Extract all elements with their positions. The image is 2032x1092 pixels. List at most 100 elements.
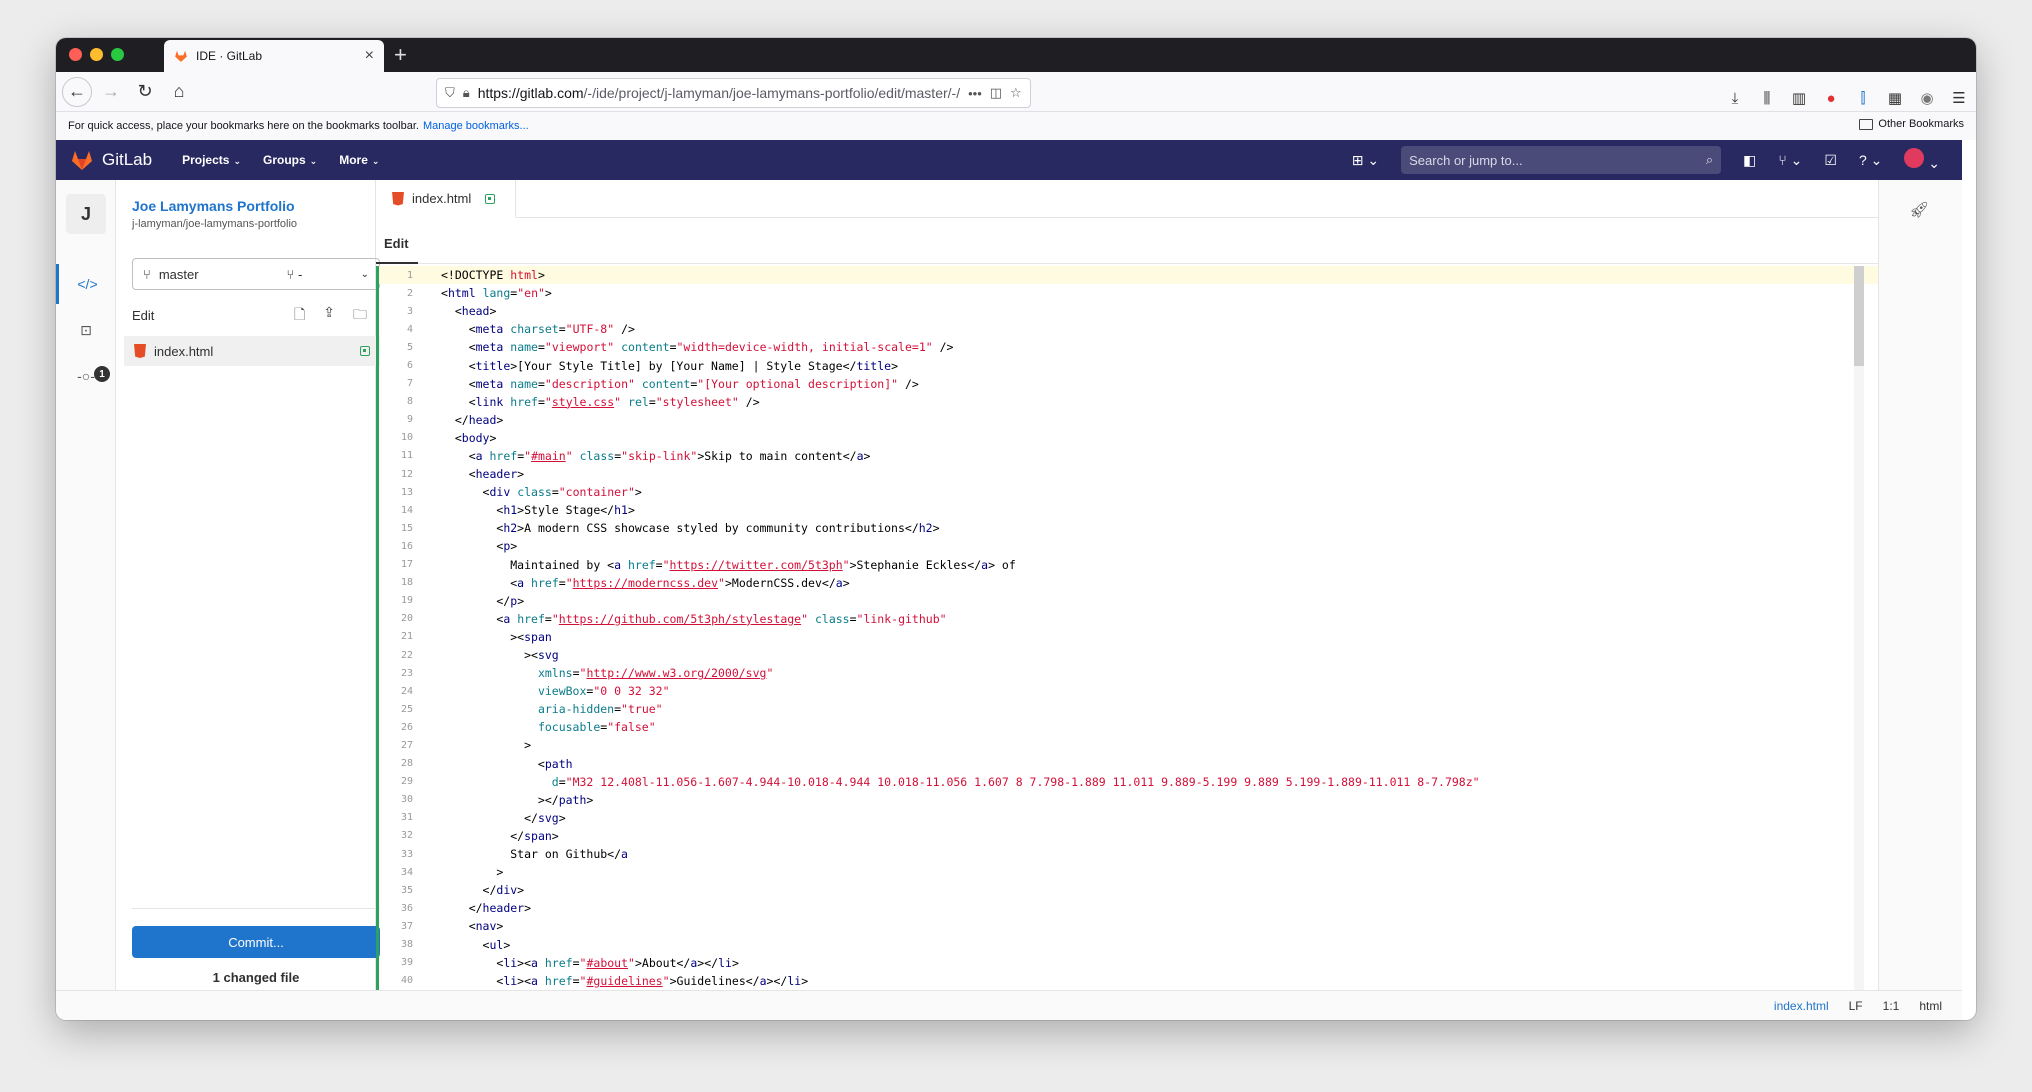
extension-blue-icon[interactable]: ⫿ bbox=[1854, 90, 1872, 107]
more-actions-icon[interactable]: ••• bbox=[968, 86, 982, 101]
close-window-button[interactable] bbox=[69, 48, 82, 61]
file-item-index-html[interactable]: index.html bbox=[124, 336, 380, 366]
merge-requests-icon[interactable]: ⑂ ⌄ bbox=[1778, 152, 1802, 169]
new-file-icon[interactable]: 🗋︎ bbox=[294, 304, 305, 328]
gitlab-favicon-icon bbox=[175, 50, 187, 62]
menu-projects[interactable]: Projects ⌄ bbox=[182, 153, 241, 167]
gitlab-menu: Projects ⌄ Groups ⌄ More ⌄ bbox=[182, 153, 379, 167]
code-line: 19 </p> bbox=[400, 593, 525, 608]
commit-count-badge: 1 bbox=[94, 366, 110, 382]
commit-icon[interactable]: -○- 1 bbox=[56, 356, 116, 396]
url-path: /-/ide/project/j-lamyman/joe-lamymans-po… bbox=[583, 85, 961, 101]
issues-icon[interactable]: ◧ bbox=[1743, 152, 1756, 169]
forward-icon[interactable]: → bbox=[96, 77, 126, 107]
gitlab-logo[interactable]: GitLab bbox=[70, 148, 152, 172]
manage-bookmarks-link[interactable]: Manage bookmarks... bbox=[423, 120, 529, 132]
code-line: 11 <a href="#main" class="skip-link">Ski… bbox=[400, 448, 871, 463]
folder-icon bbox=[1859, 118, 1874, 130]
bookmark-star-icon[interactable]: ☆ bbox=[1010, 85, 1022, 101]
project-name[interactable]: Joe Lamymans Portfolio bbox=[132, 198, 295, 214]
code-line: 5 <meta name="viewport" content="width=d… bbox=[406, 340, 954, 355]
help-icon[interactable]: ? ⌄ bbox=[1859, 152, 1882, 169]
search-icon: ⌕ bbox=[1705, 152, 1714, 167]
code-line: 24 viewBox="0 0 32 32" bbox=[400, 684, 670, 699]
edit-mode-tab[interactable]: Edit bbox=[384, 236, 409, 251]
code-line: 36 </header> bbox=[400, 901, 532, 916]
close-tab-icon[interactable]: × bbox=[365, 47, 374, 65]
code-editor[interactable]: 1 <!DOCTYPE html> 2 <html lang="en"> 3 <he… bbox=[376, 266, 1878, 990]
commit-button[interactable]: Commit... bbox=[132, 926, 380, 958]
status-eol: LF bbox=[1848, 998, 1863, 1013]
extension-gray-icon[interactable]: ◉ bbox=[1918, 89, 1936, 107]
todos-icon[interactable]: ☑ bbox=[1824, 152, 1837, 169]
branch-selector[interactable]: ⑂ master ⑂ - ⌄ bbox=[132, 258, 380, 290]
code-line: 23 xmlns="http://www.w3.org/2000/svg" bbox=[400, 666, 774, 681]
code-line: 28 <path bbox=[400, 756, 573, 771]
gitlab-brand: GitLab bbox=[102, 150, 153, 169]
pocket-icon[interactable]: ◫ bbox=[990, 85, 1002, 101]
browser-tab-title: IDE · GitLab bbox=[196, 49, 263, 63]
review-icon[interactable]: ⊡ bbox=[56, 310, 116, 350]
project-avatar[interactable]: J bbox=[66, 194, 106, 234]
search-placeholder: Search or jump to... bbox=[1409, 152, 1523, 168]
zoom-window-button[interactable] bbox=[111, 48, 124, 61]
bookmarks-bar: For quick access, place your bookmarks h… bbox=[56, 112, 1976, 140]
status-file[interactable]: index.html bbox=[1774, 999, 1829, 1013]
chevron-down-icon: ⌄ bbox=[309, 156, 318, 166]
download-icon[interactable]: ⤓ bbox=[1726, 90, 1744, 107]
menu-icon[interactable]: ☰ bbox=[1950, 89, 1968, 107]
tanuki-icon bbox=[72, 151, 92, 170]
url-text[interactable]: https://gitlab.com/-/ide/project/j-lamym… bbox=[478, 85, 960, 101]
menu-more-label: More bbox=[339, 153, 368, 167]
other-bookmarks-label: Other Bookmarks bbox=[1878, 118, 1964, 130]
code-line: 16 <p> bbox=[400, 539, 518, 554]
back-icon[interactable]: ← bbox=[62, 76, 92, 107]
minimize-window-button[interactable] bbox=[90, 48, 103, 61]
branch-icon: ⑂ bbox=[143, 266, 151, 282]
home-icon[interactable]: ⌂ bbox=[164, 77, 194, 107]
file-added-icon bbox=[360, 346, 370, 356]
code-line: 38 <ul> bbox=[400, 937, 511, 952]
url-bar[interactable]: ⛉ 🔒︎ https://gitlab.com/-/ide/project/j-… bbox=[436, 78, 1031, 108]
editor-tab-index-html[interactable]: index.html bbox=[376, 180, 516, 218]
tab-strip: IDE · GitLab × + bbox=[56, 38, 1976, 72]
menu-groups[interactable]: Groups ⌄ bbox=[263, 153, 317, 167]
other-bookmarks[interactable]: Other Bookmarks bbox=[1859, 118, 1964, 130]
code-line: 14 <h1>Style Stage</h1> bbox=[400, 503, 635, 518]
code-line: 2 <html lang="en"> bbox=[406, 286, 552, 301]
code-line: 22 ><svg bbox=[400, 648, 559, 663]
menu-more[interactable]: More ⌄ bbox=[339, 153, 379, 167]
menu-projects-label: Projects bbox=[182, 153, 230, 167]
merge-request-icon: ⑂ - bbox=[286, 266, 303, 282]
user-avatar-icon bbox=[1904, 148, 1925, 168]
html5-icon bbox=[134, 344, 146, 358]
activity-bar: J </> ⊡ -○- 1 bbox=[56, 180, 116, 990]
web-ide: J </> ⊡ -○- 1 Joe Lamymans Portfolio j-l… bbox=[56, 180, 1962, 990]
status-position: 1:1 bbox=[1882, 998, 1900, 1013]
extension-grid-icon[interactable]: ▦ bbox=[1886, 89, 1904, 107]
edit-section-label: Edit bbox=[132, 308, 155, 323]
new-tab-icon[interactable]: + bbox=[394, 42, 407, 68]
search-input[interactable]: Search or jump to... ⌕ bbox=[1401, 146, 1722, 174]
code-line: 20 <a href="https://github.com/5t3ph/sty… bbox=[400, 611, 947, 626]
new-item-icon[interactable]: ⊞ ⌄ bbox=[1352, 152, 1379, 169]
code-line: 32 </span> bbox=[400, 828, 559, 843]
pipelines-rocket-icon[interactable]: 🚀︎ bbox=[1909, 200, 1929, 220]
new-directory-icon[interactable]: 🗀︎ bbox=[353, 304, 367, 328]
scrollbar-thumb[interactable] bbox=[1854, 266, 1864, 366]
lock-icon[interactable]: 🔒︎ bbox=[463, 85, 470, 101]
extension-red-icon[interactable]: ● bbox=[1822, 90, 1840, 107]
code-line: 7 <meta name="description" content="[You… bbox=[406, 376, 919, 391]
reload-icon[interactable]: ↻ bbox=[130, 77, 160, 107]
status-bar: index.html LF 1:1 html bbox=[56, 990, 1962, 1020]
upload-icon[interactable]: ⇪ bbox=[323, 304, 335, 328]
edit-mode-icon[interactable]: </> bbox=[56, 264, 116, 304]
library-icon[interactable]: ⫼ bbox=[1758, 90, 1776, 107]
editor-scrollbar[interactable] bbox=[1854, 266, 1864, 990]
code-line: 33 Star on Github</a bbox=[400, 847, 628, 862]
user-menu[interactable]: ⌄ bbox=[1904, 148, 1940, 172]
browser-tab[interactable]: IDE · GitLab × bbox=[164, 40, 384, 72]
shield-icon[interactable]: ⛉ bbox=[445, 85, 455, 101]
sidebar-toggle-icon[interactable]: ▥ bbox=[1790, 89, 1808, 107]
code-line: 34 > bbox=[400, 865, 504, 880]
